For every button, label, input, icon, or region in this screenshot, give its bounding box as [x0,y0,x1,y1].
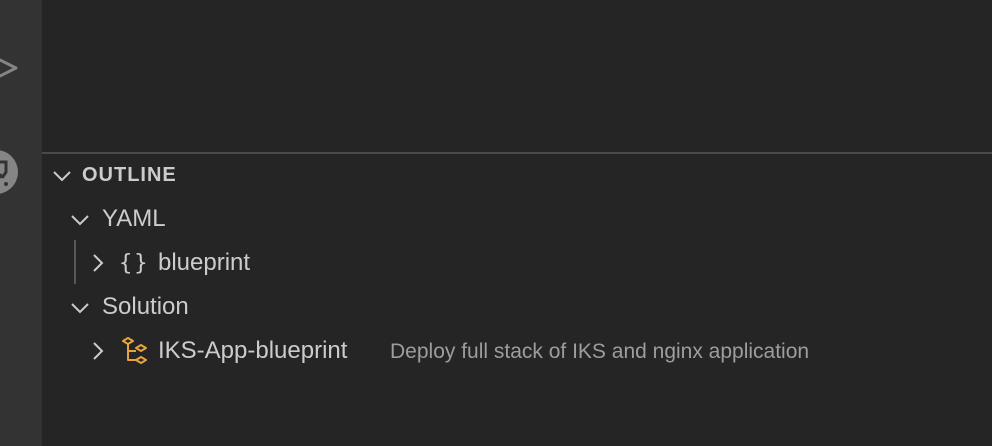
panel-divider[interactable] [42,152,992,154]
braces-icon: {} [119,251,150,276]
outline-section-header[interactable]: OUTLINE [42,158,992,192]
tree-item-label: IKS-App-blueprint [158,337,348,364]
tree-item-blueprint[interactable]: {} blueprint [42,242,992,284]
chevron-right-icon [93,342,104,360]
tree-item-description: Deploy full stack of IKS and nginx appli… [390,340,810,363]
chevron-down-icon [71,215,89,226]
tree-item-solution[interactable]: Solution [42,286,992,328]
outline-title: OUTLINE [82,164,177,186]
tree-item-yaml[interactable]: YAML [42,198,992,240]
activity-bar [0,0,42,446]
tree-item-label: Solution [102,293,189,320]
chevron-down-icon [71,303,89,314]
sidebar: OUTLINE YAML {} blueprint Solution IKS-A… [42,0,992,446]
tree-item-label: YAML [102,205,166,232]
extensions-icon[interactable] [0,148,18,196]
chevron-down-icon [53,171,71,182]
tree-item-label: blueprint [158,249,251,276]
vscode-window: OUTLINE YAML {} blueprint Solution IKS-A… [0,0,992,446]
type-hierarchy-icon [122,337,147,364]
run-debug-icon[interactable] [0,48,20,88]
tree-item-iks-app-blueprint[interactable]: IKS-App-blueprint Deploy full stack of I… [42,330,992,372]
chevron-right-icon [93,254,104,272]
